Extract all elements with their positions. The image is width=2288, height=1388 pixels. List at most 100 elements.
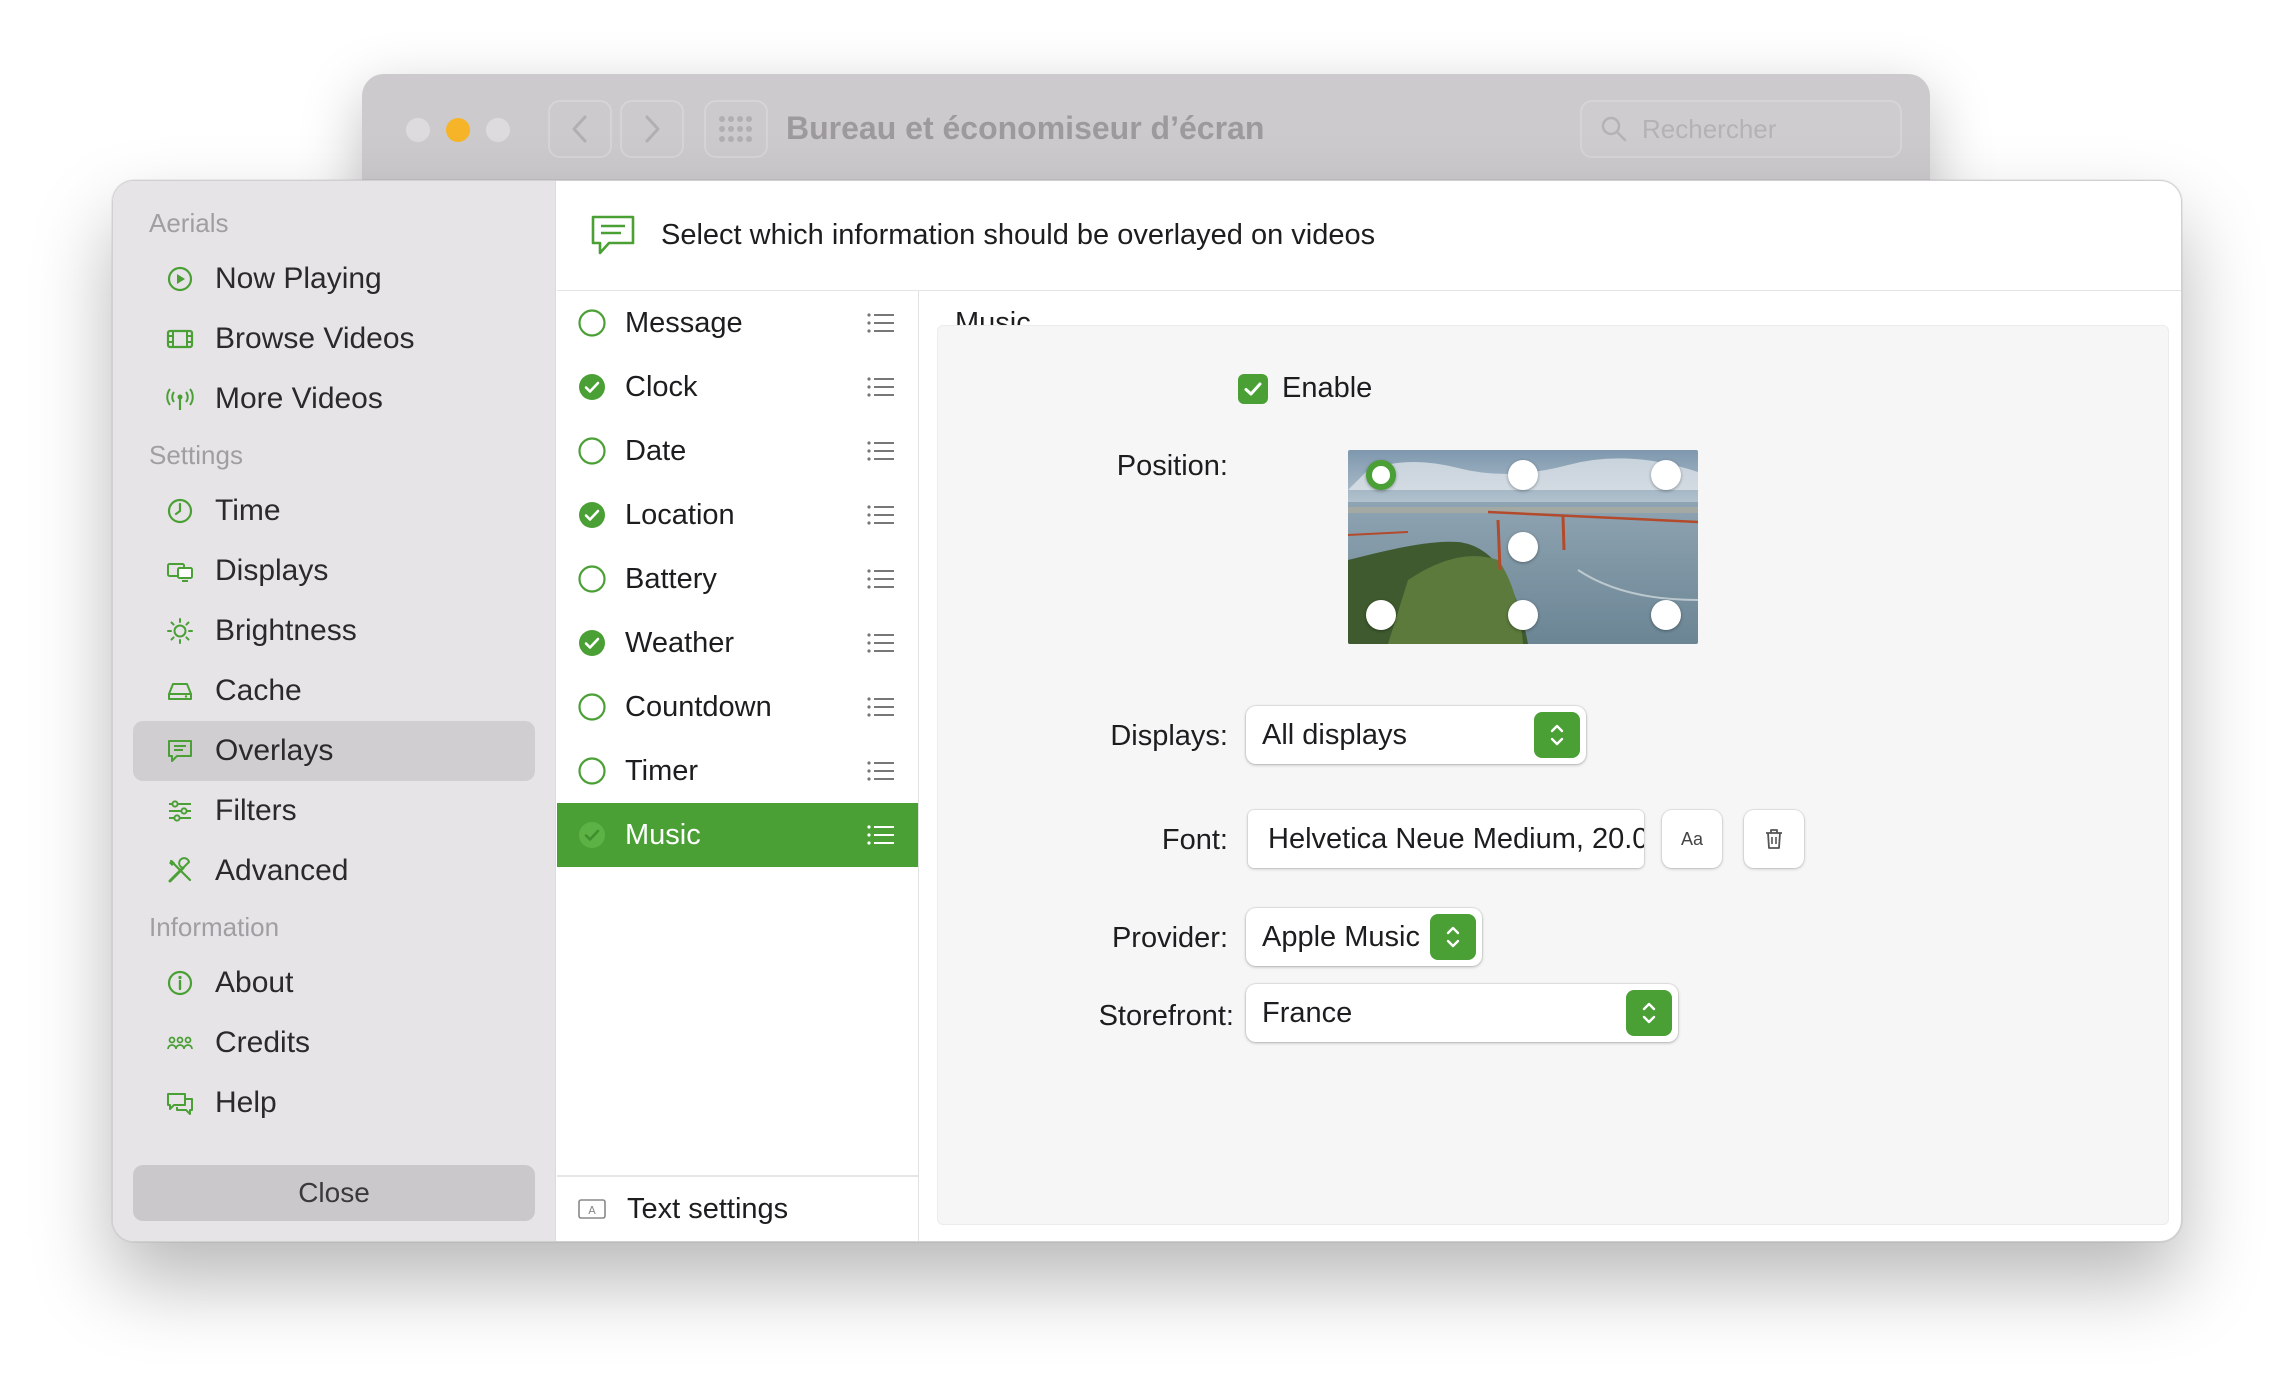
sidebar-item-credits[interactable]: Credits [133,1013,535,1073]
checked-circle-icon[interactable] [577,500,607,530]
tools-icon [168,857,192,883]
sidebar-item-browse-videos[interactable]: Browse Videos [133,309,535,369]
delete-font-button[interactable] [1744,810,1804,868]
list-icon[interactable] [866,503,896,527]
zoom-window-button[interactable] [486,118,510,142]
checkbox-checked[interactable] [1238,373,1268,404]
position-top-left-radio[interactable] [1366,460,1396,490]
film-icon [166,329,194,349]
sidebar-item-about[interactable]: About [133,953,535,1013]
unchecked-circle-icon[interactable] [577,564,607,594]
sidebar-item-label: Displays [215,554,329,587]
disk-icon [168,683,192,700]
list-icon[interactable] [866,311,896,335]
overlay-list: Message Clock Date Location Battery Weat… [557,291,919,1241]
minimize-window-button[interactable] [446,118,470,142]
sidebar-item-more-videos[interactable]: More Videos [133,369,535,429]
checkmark-icon [1244,382,1262,395]
unchecked-circle-icon[interactable] [577,436,607,466]
list-icon[interactable] [866,631,896,655]
overlay-row-countdown[interactable]: Countdown [557,675,918,739]
overlay-row-label: Date [625,434,687,467]
stepper-icon [1534,712,1580,758]
checked-circle-icon[interactable] [577,628,607,658]
sidebar-section-information: Information [149,912,280,942]
overlay-row-timer[interactable]: Timer [557,739,918,803]
info-icon [167,970,193,996]
back-button[interactable] [548,100,612,158]
sidebar-item-filters[interactable]: Filters [133,781,535,841]
svg-text:A: A [588,1204,596,1217]
list-icon[interactable] [866,823,896,847]
sidebar-item-brightness[interactable]: Brightness [133,601,535,661]
font-value: Helvetica Neue Medium, 20.0 [1268,822,1644,855]
position-bottom-center-radio[interactable] [1508,600,1538,630]
sidebar-item-displays[interactable]: Displays [133,541,535,601]
overlay-row-weather[interactable]: Weather [557,611,918,675]
overlay-row-location[interactable]: Location [557,483,918,547]
people-icon [167,1036,193,1050]
overlay-row-label: Music [625,818,701,851]
list-icon[interactable] [866,439,896,463]
provider-popup[interactable]: Apple Music [1246,908,1482,966]
provider-label: Provider: [1111,922,1228,954]
sidebar-item-time[interactable]: Time [133,481,535,541]
sidebar-item-help[interactable]: Help [133,1073,535,1133]
storefront-popup[interactable]: France [1246,984,1678,1042]
position-bottom-left-radio[interactable] [1366,600,1396,630]
displays-popup[interactable]: All displays [1246,706,1586,764]
speech-bubble-icon [591,215,635,254]
storefront-label: Storefront: [1098,1000,1234,1032]
stepper-icon [1626,990,1672,1036]
displays-value: All displays [1262,718,1408,751]
search-field[interactable]: Rechercher [1580,100,1902,158]
sidebar-item-overlays[interactable]: Overlays [133,721,535,781]
list-icon[interactable] [866,695,896,719]
storefront-value: France [1262,996,1353,1029]
sun-icon [167,618,193,644]
trash-icon [1766,829,1782,849]
list-icon[interactable] [866,375,896,399]
sidebar-item-label: Cache [215,674,302,707]
forward-button[interactable] [620,100,684,158]
unchecked-circle-icon[interactable] [577,692,607,722]
position-center-radio[interactable] [1508,532,1538,562]
close-window-button[interactable] [406,118,430,142]
checked-circle-icon[interactable] [577,372,607,402]
position-bottom-right-radio[interactable] [1651,600,1681,630]
enable-checkbox[interactable]: Enable [1238,372,1372,405]
sidebar-item-label: Advanced [215,854,349,887]
overlays-header: Select which information should be overl… [557,181,2181,291]
position-picker[interactable] [1348,450,1698,644]
unchecked-circle-icon[interactable] [577,308,607,338]
unchecked-circle-icon[interactable] [577,756,607,786]
displays-label: Displays: [1110,720,1228,752]
position-top-center-radio[interactable] [1508,460,1538,490]
sidebar-item-label: Overlays [215,734,334,767]
overlay-row-message[interactable]: Message [557,291,918,355]
list-icon[interactable] [866,567,896,591]
show-all-button[interactable] [704,100,768,158]
position-top-right-radio[interactable] [1651,460,1681,490]
close-button[interactable]: Close [133,1165,535,1221]
checked-circle-icon[interactable] [577,820,607,850]
list-icon[interactable] [866,759,896,783]
overlay-row-date[interactable]: Date [557,419,918,483]
traffic-lights [406,118,510,142]
text-settings-row[interactable]: A Text settings [557,1175,918,1241]
sidebar-section-settings: Settings [149,440,243,470]
sidebar-item-advanced[interactable]: Advanced [133,841,535,901]
overlay-row-battery[interactable]: Battery [557,547,918,611]
clock-icon [167,498,193,524]
font-field[interactable]: Helvetica Neue Medium, 20.0 [1248,810,1644,868]
sidebar-item-label: More Videos [215,382,383,415]
font-picker-button[interactable]: Aa [1662,810,1722,868]
sidebar-item-cache[interactable]: Cache [133,661,535,721]
overlay-row-clock[interactable]: Clock [557,355,918,419]
overlay-row-music[interactable]: Music [557,803,918,867]
overlay-row-label: Battery [625,562,717,595]
sidebar-item-label: Browse Videos [215,322,415,355]
search-placeholder: Rechercher [1642,113,1777,144]
sliders-icon [169,800,191,822]
sidebar-item-now-playing[interactable]: Now Playing [133,249,535,309]
